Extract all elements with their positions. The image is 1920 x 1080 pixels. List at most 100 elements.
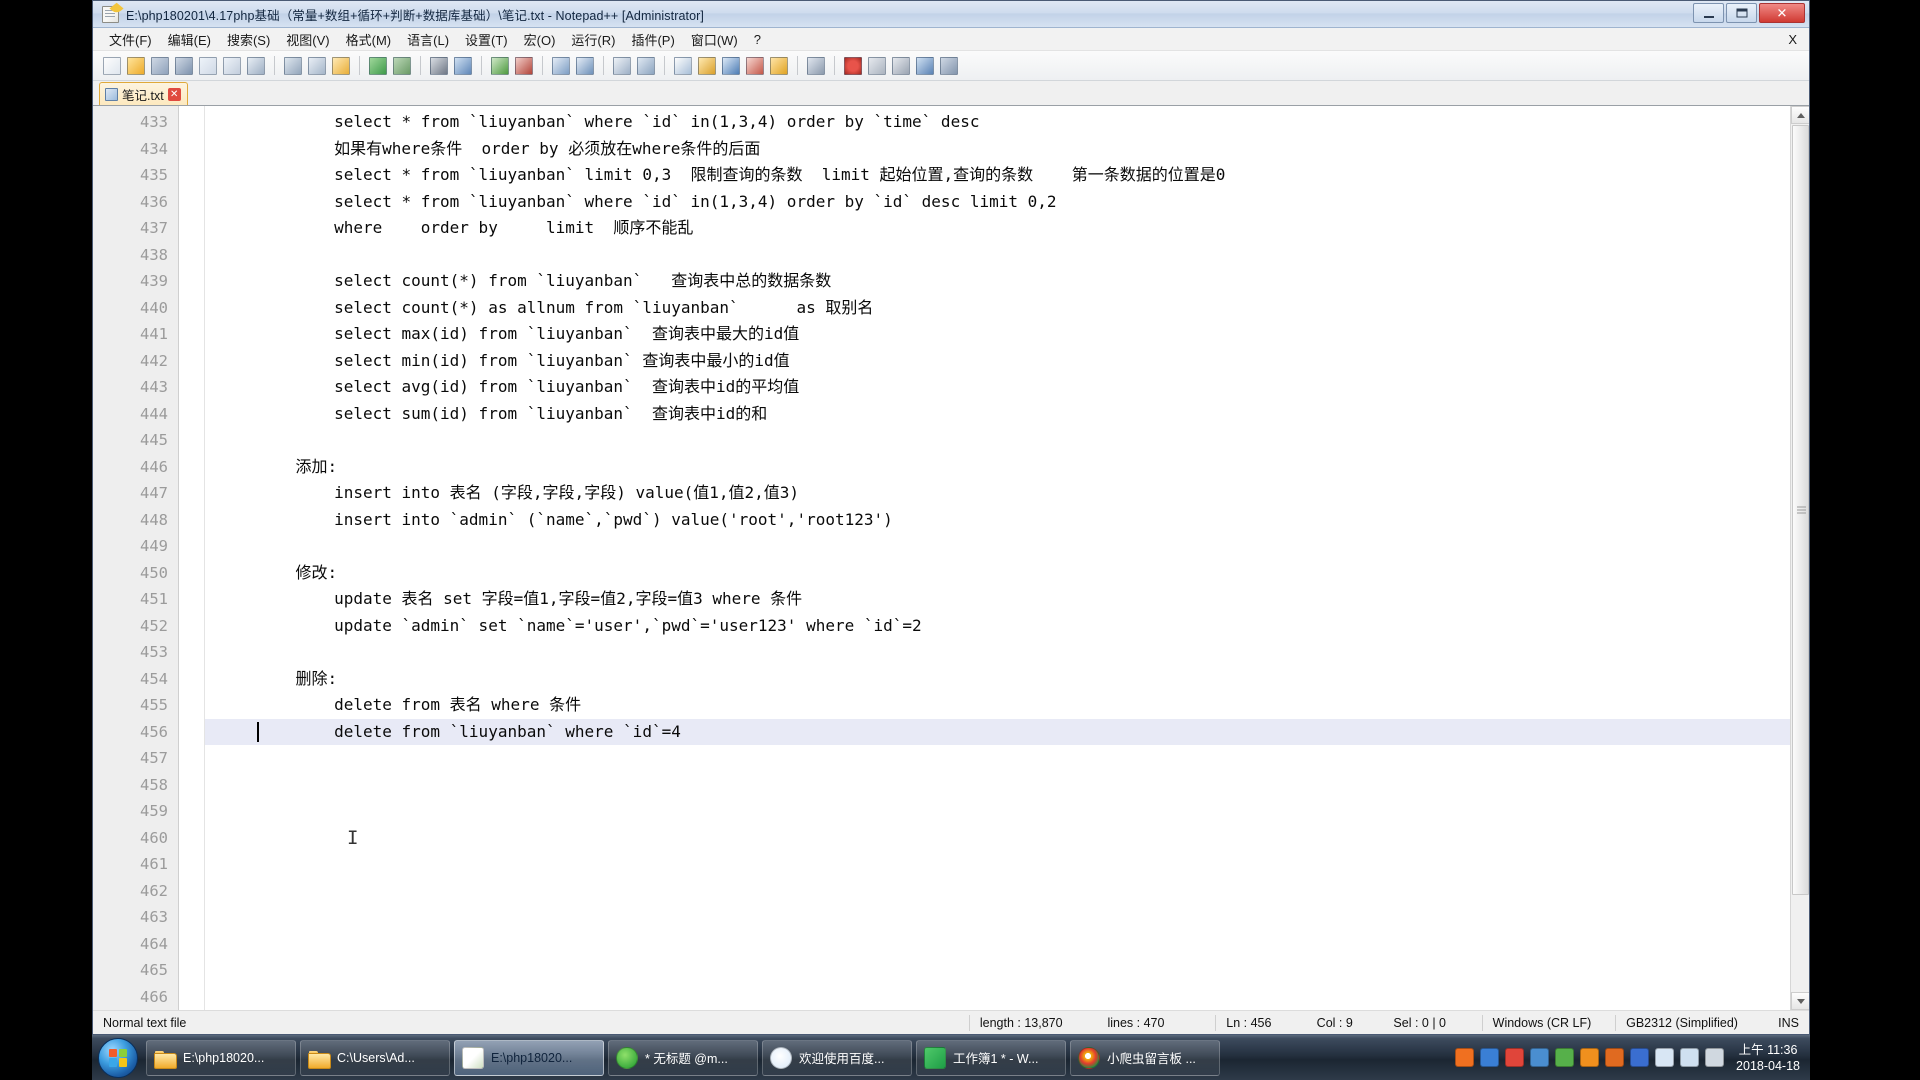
code-line[interactable]: select max(id) from `liuyanban` 查询表中最大的i… — [205, 321, 1809, 348]
taskbar-item[interactable]: 工作簿1 * - W... — [916, 1039, 1066, 1076]
code-line[interactable] — [205, 745, 1809, 772]
code-line[interactable] — [205, 772, 1809, 799]
code-line[interactable]: select * from `liuyanban` limit 0,3 限制查询… — [205, 162, 1809, 189]
paste-icon[interactable] — [330, 55, 352, 77]
user-define-dialog-icon[interactable] — [696, 55, 718, 77]
title-bar[interactable]: E:\php180201\4.17php基础（常量+数组+循环+判断+数据库基础… — [93, 1, 1809, 28]
undo-icon[interactable] — [367, 55, 389, 77]
menu-item-macro[interactable]: 宏(O) — [516, 28, 564, 51]
code-line[interactable]: select avg(id) from `liuyanban` 查询表中id的平… — [205, 374, 1809, 401]
menu-item-settings[interactable]: 设置(T) — [457, 28, 516, 51]
baidu-tray-icon[interactable] — [1630, 1048, 1650, 1067]
menu-item-window[interactable]: 窗口(W) — [683, 28, 746, 51]
code-line[interactable] — [205, 533, 1809, 560]
menu-item-format[interactable]: 格式(M) — [338, 28, 400, 51]
tab-notes-txt[interactable]: 笔记.txt ✕ — [99, 82, 188, 105]
code-line[interactable]: insert into 表名 (字段,字段,字段) value(值1,值2,值3… — [205, 480, 1809, 507]
code-line[interactable] — [205, 904, 1809, 931]
find-icon[interactable] — [428, 55, 450, 77]
security-orange-icon[interactable] — [1580, 1048, 1600, 1067]
taskbar-item[interactable]: 欢迎使用百度... — [762, 1039, 912, 1076]
open-file-icon[interactable] — [125, 55, 147, 77]
redo-icon[interactable] — [391, 55, 413, 77]
code-text-area[interactable]: I select * from `liuyanban` where `id` i… — [205, 106, 1809, 1010]
taskbar-item[interactable]: C:\Users\Ad... — [300, 1039, 450, 1076]
function-list-icon[interactable] — [744, 55, 766, 77]
volume-icon[interactable] — [1655, 1048, 1675, 1067]
indent-guide-icon[interactable] — [672, 55, 694, 77]
menu-item-help[interactable]: ? — [746, 30, 769, 49]
code-line[interactable] — [205, 242, 1809, 269]
vertical-scrollbar[interactable] — [1790, 106, 1809, 1010]
monitoring-icon[interactable] — [805, 55, 827, 77]
code-line[interactable] — [205, 957, 1809, 984]
code-line[interactable]: update `admin` set `name`='user',`pwd`='… — [205, 613, 1809, 640]
macro-save-icon[interactable] — [938, 55, 960, 77]
scroll-down-button[interactable] — [1791, 992, 1809, 1010]
code-line[interactable] — [205, 931, 1809, 958]
minimize-button[interactable] — [1693, 3, 1724, 23]
save-icon[interactable] — [149, 55, 171, 77]
code-line[interactable]: select sum(id) from `liuyanban` 查询表中id的和 — [205, 401, 1809, 428]
code-line[interactable]: select min(id) from `liuyanban` 查询表中最小的i… — [205, 348, 1809, 375]
code-line[interactable]: 修改: — [205, 560, 1809, 587]
code-line[interactable]: 删除: — [205, 666, 1809, 693]
menu-item-run[interactable]: 运行(R) — [563, 28, 623, 51]
fold-margin[interactable] — [179, 106, 205, 1010]
shield-blue-icon[interactable] — [1480, 1048, 1500, 1067]
scrollbar-thumb[interactable] — [1792, 125, 1809, 895]
close-button[interactable]: ✕ — [1759, 3, 1805, 23]
sync-horizontal-icon[interactable] — [574, 55, 596, 77]
macro-play-icon[interactable] — [890, 55, 912, 77]
editor-area[interactable]: 433 434 435 436 437 438 439 440 441 442 443 444 445 4… — [93, 106, 1809, 1010]
folder-as-workspace-icon[interactable] — [768, 55, 790, 77]
code-line[interactable] — [205, 427, 1809, 454]
zoom-out-icon[interactable] — [513, 55, 535, 77]
scroll-up-button[interactable] — [1791, 106, 1809, 124]
code-line[interactable] — [205, 878, 1809, 905]
flower-red-icon[interactable] — [1505, 1048, 1525, 1067]
code-line[interactable]: 添加: — [205, 454, 1809, 481]
sogou-input-icon[interactable] — [1455, 1048, 1475, 1067]
code-line[interactable]: where order by limit 顺序不能乱 — [205, 215, 1809, 242]
copy-icon[interactable] — [306, 55, 328, 77]
code-line[interactable]: select * from `liuyanban` where `id` in(… — [205, 189, 1809, 216]
sync-vertical-icon[interactable] — [550, 55, 572, 77]
macro-record-icon[interactable] — [842, 55, 864, 77]
code-line[interactable]: select * from `liuyanban` where `id` in(… — [205, 109, 1809, 136]
close-file-icon[interactable] — [197, 55, 219, 77]
menu-item-language[interactable]: 语言(L) — [399, 28, 457, 51]
code-line[interactable] — [205, 984, 1809, 1011]
taskbar-item[interactable]: * 无标题 @m... — [608, 1039, 758, 1076]
save-all-icon[interactable] — [173, 55, 195, 77]
code-line[interactable] — [205, 798, 1809, 825]
close-document-button[interactable]: X — [1788, 32, 1797, 47]
show-all-chars-icon[interactable] — [635, 55, 657, 77]
replace-icon[interactable] — [452, 55, 474, 77]
code-line[interactable] — [205, 851, 1809, 878]
action-center-icon[interactable] — [1705, 1048, 1725, 1067]
network-icon[interactable] — [1680, 1048, 1700, 1067]
code-line[interactable]: 如果有where条件 order by 必须放在where条件的后面 — [205, 136, 1809, 163]
cut-icon[interactable] — [282, 55, 304, 77]
code-line[interactable]: select count(*) as allnum from `liuyanba… — [205, 295, 1809, 322]
code-line[interactable]: delete from 表名 where 条件 — [205, 692, 1809, 719]
code-line[interactable]: insert into `admin` (`name`,`pwd`) value… — [205, 507, 1809, 534]
taskbar-item[interactable]: E:\php18020... — [146, 1039, 296, 1076]
code-line[interactable] — [205, 825, 1809, 852]
code-line[interactable]: delete from `liuyanban` where `id`=4 — [205, 718, 1809, 745]
menu-item-plugins[interactable]: 插件(P) — [623, 28, 682, 51]
new-file-icon[interactable] — [101, 55, 123, 77]
print-icon[interactable] — [245, 55, 267, 77]
menu-item-edit[interactable]: 编辑(E) — [160, 28, 219, 51]
maximize-button[interactable] — [1726, 3, 1757, 23]
tray-app-icon[interactable] — [1605, 1048, 1625, 1067]
menu-item-file[interactable]: 文件(F) — [101, 28, 160, 51]
clock[interactable]: 上午 11:36 2018-04-18 — [1730, 1042, 1810, 1074]
code-line[interactable]: select count(*) from `liuyanban` 查询表中总的数… — [205, 268, 1809, 295]
document-map-icon[interactable] — [720, 55, 742, 77]
code-line[interactable] — [205, 639, 1809, 666]
menu-item-view[interactable]: 视图(V) — [278, 28, 337, 51]
macro-stop-icon[interactable] — [866, 55, 888, 77]
app-tray-icon[interactable] — [1530, 1048, 1550, 1067]
